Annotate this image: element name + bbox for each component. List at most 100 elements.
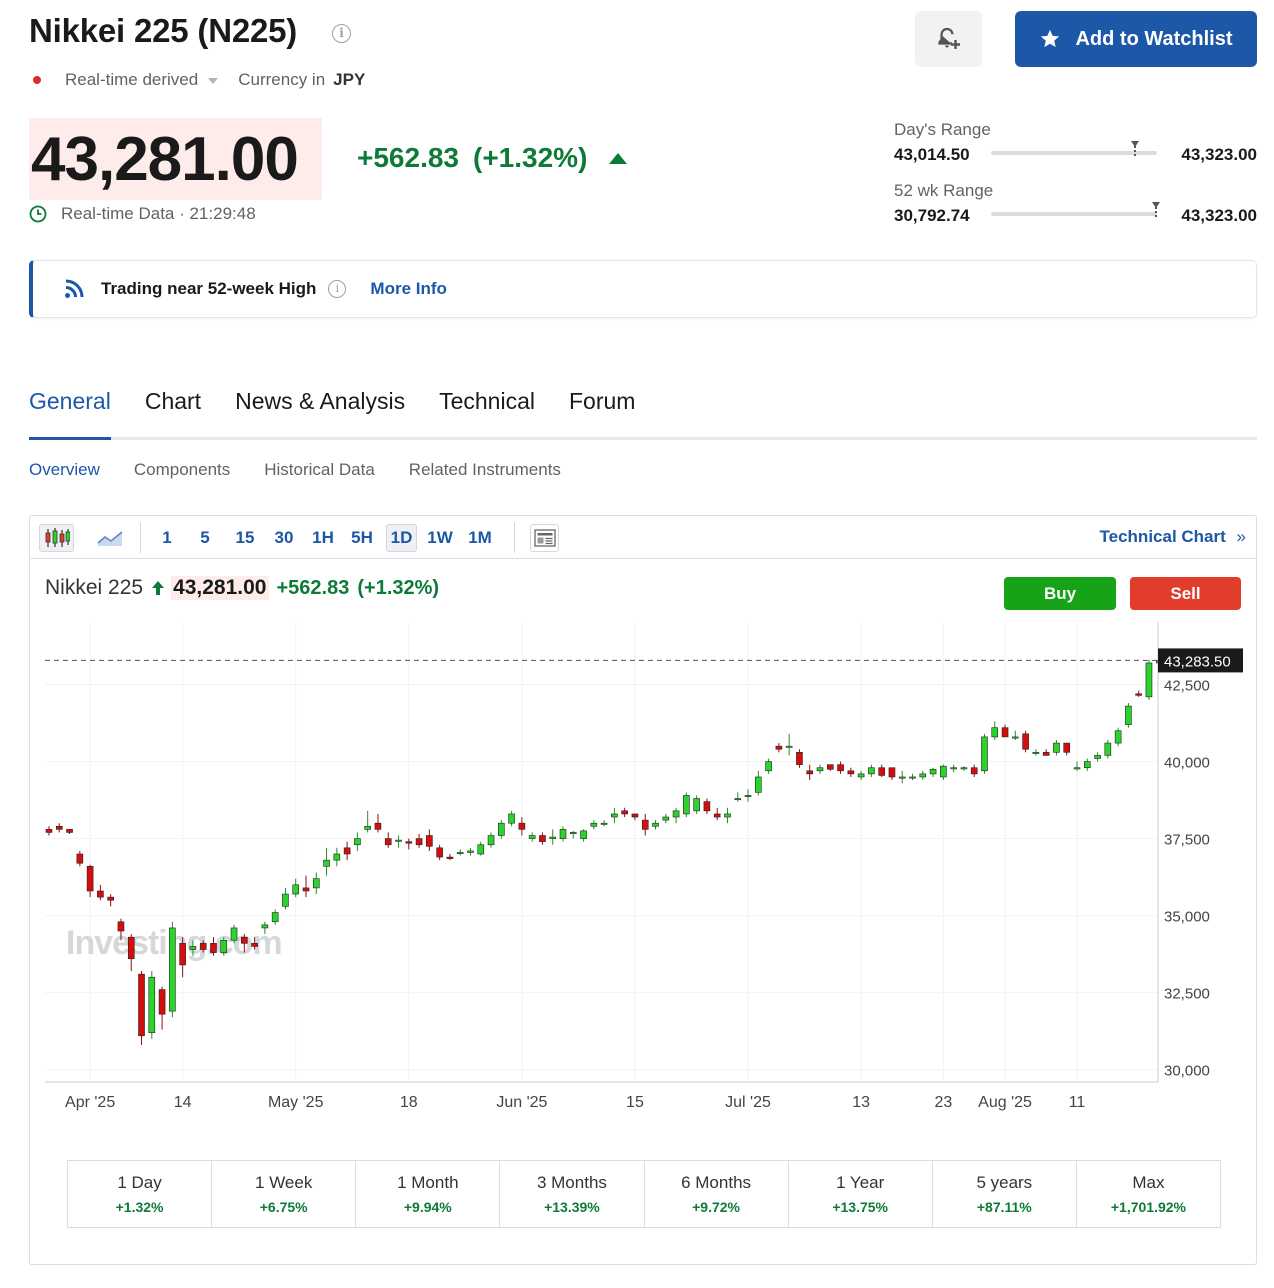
candle-body: [251, 943, 258, 947]
performance-max[interactable]: Max +1,701.92%: [1077, 1161, 1220, 1227]
candle-body: [384, 838, 392, 846]
candle-body: [683, 795, 690, 815]
candle-body: [1135, 693, 1142, 696]
candle-body: [323, 859, 330, 867]
realtime-label: Real-time Data · 21:29:48: [61, 204, 256, 223]
performance-6-months[interactable]: 6 Months +9.72%: [645, 1161, 789, 1227]
candle-body: [1032, 752, 1040, 754]
candle-body: [436, 847, 443, 858]
candle-body: [652, 822, 659, 827]
candle-body: [446, 856, 454, 859]
banner-text: Trading near 52-week High: [101, 279, 317, 298]
sub-tabs: Overview Components Historical Data Rela…: [29, 460, 561, 480]
candle-body: [775, 745, 783, 750]
y-tick-label: 32,500: [1164, 986, 1210, 1003]
week52-range-marker: [1152, 202, 1161, 217]
performance-value: +9.94%: [403, 1199, 452, 1215]
subtab-overview[interactable]: Overview: [29, 460, 100, 480]
add-to-watchlist-button[interactable]: Add to Watchlist: [1015, 11, 1257, 67]
info-icon[interactable]: i: [328, 280, 347, 298]
candle-body: [703, 801, 711, 812]
week52-range-label: 52 wk Range: [894, 181, 994, 200]
candle-body: [426, 835, 433, 847]
performance-1-week[interactable]: 1 Week +6.75%: [212, 1161, 357, 1227]
candle-body: [796, 752, 803, 765]
performance-label: 1 Year: [836, 1173, 885, 1192]
candle-body: [559, 829, 567, 839]
candle-body: [456, 852, 464, 854]
candle-body: [1145, 662, 1153, 698]
candle-body: [909, 776, 916, 779]
performance-3-months[interactable]: 3 Months +13.39%: [500, 1161, 645, 1227]
candle-body: [210, 943, 217, 953]
page-title: Nikkei 225 (N225): [29, 12, 298, 49]
candle-body: [744, 795, 752, 797]
tab-general[interactable]: General: [29, 386, 111, 440]
star-icon: [1041, 29, 1060, 48]
days-range-low: 43,014.50: [894, 145, 970, 164]
candle-body: [343, 847, 351, 855]
price-change: +562.83 (+1.32%): [357, 142, 628, 174]
performance-value: +1.32%: [115, 1199, 164, 1215]
candle-body: [312, 878, 320, 889]
candle-body: [580, 830, 587, 839]
candle-body: [1073, 767, 1081, 770]
watchlist-label: Add to Watchlist: [1075, 27, 1233, 50]
candle-body: [569, 832, 577, 834]
candle-body: [467, 850, 474, 853]
candle-body: [631, 813, 639, 818]
x-tick-label: 23: [934, 1094, 952, 1111]
candlestick-chart[interactable]: Investing.com42,50040,00037,50035,00032,…: [30, 516, 1256, 1156]
performance-label: 3 Months: [536, 1173, 607, 1192]
performance-label: 6 Months: [681, 1173, 752, 1192]
up-arrow-icon: [609, 152, 628, 164]
candle-body: [374, 822, 382, 830]
performance-1-year[interactable]: 1 Year +13.75%: [789, 1161, 933, 1227]
candle-body: [477, 844, 485, 855]
days-range-bar: [991, 141, 1157, 156]
candle-body: [1094, 755, 1101, 759]
create-alert-button[interactable]: [915, 11, 982, 67]
tab-technical[interactable]: Technical: [439, 386, 535, 437]
candle-body: [127, 936, 135, 960]
performance-1-day[interactable]: 1 Day +1.32%: [68, 1161, 213, 1227]
tab-news-analysis[interactable]: News & Analysis: [235, 386, 405, 437]
tab-forum[interactable]: Forum: [569, 386, 635, 437]
data-source-dropdown[interactable]: Real-time derived: [65, 70, 198, 90]
tab-chart[interactable]: Chart: [145, 386, 201, 437]
x-tick-label: 13: [852, 1094, 870, 1111]
last-price-label: 43,283.50: [1164, 653, 1231, 670]
performance-label: 1 Month: [397, 1173, 459, 1192]
info-icon[interactable]: i: [332, 24, 351, 43]
candle-body: [138, 973, 145, 1037]
more-info-link[interactable]: More Info: [370, 279, 447, 299]
subtab-related-instruments[interactable]: Related Instruments: [409, 460, 561, 480]
performance-label: 1 Week: [255, 1173, 313, 1192]
candle-body: [837, 764, 844, 772]
performance-5-years[interactable]: 5 years +87.11%: [933, 1161, 1077, 1227]
candle-body: [1042, 752, 1050, 756]
candle-body: [282, 893, 289, 907]
candle-body: [981, 736, 988, 772]
candle-body: [847, 770, 855, 775]
x-tick-label: Jun '25: [496, 1094, 547, 1111]
realtime-info: Real-time Data · 21:29:48: [29, 204, 256, 224]
week52-range-bar: [991, 202, 1161, 217]
performance-1-month[interactable]: 1 Month +9.94%: [356, 1161, 501, 1227]
candle-body: [1001, 727, 1009, 738]
change-value: +562.83: [357, 142, 459, 173]
candle-body: [868, 767, 875, 775]
candle-body: [55, 825, 63, 830]
x-tick-label: Aug '25: [978, 1094, 1032, 1111]
quote-meta: Real-time derived Currency in JPY: [33, 70, 365, 90]
subtab-components[interactable]: Components: [134, 460, 230, 480]
y-tick-label: 35,000: [1164, 909, 1210, 926]
y-tick-label: 42,500: [1164, 678, 1210, 695]
chevron-down-icon[interactable]: [208, 78, 219, 84]
performance-strip: 1 Day +1.32% 1 Week +6.75% 1 Month +9.94% 3…: [67, 1160, 1221, 1228]
candle-body: [528, 835, 536, 839]
y-tick-label: 40,000: [1164, 755, 1210, 772]
candle-body: [1125, 705, 1132, 725]
candle-body: [415, 838, 423, 846]
subtab-historical-data[interactable]: Historical Data: [264, 460, 375, 480]
